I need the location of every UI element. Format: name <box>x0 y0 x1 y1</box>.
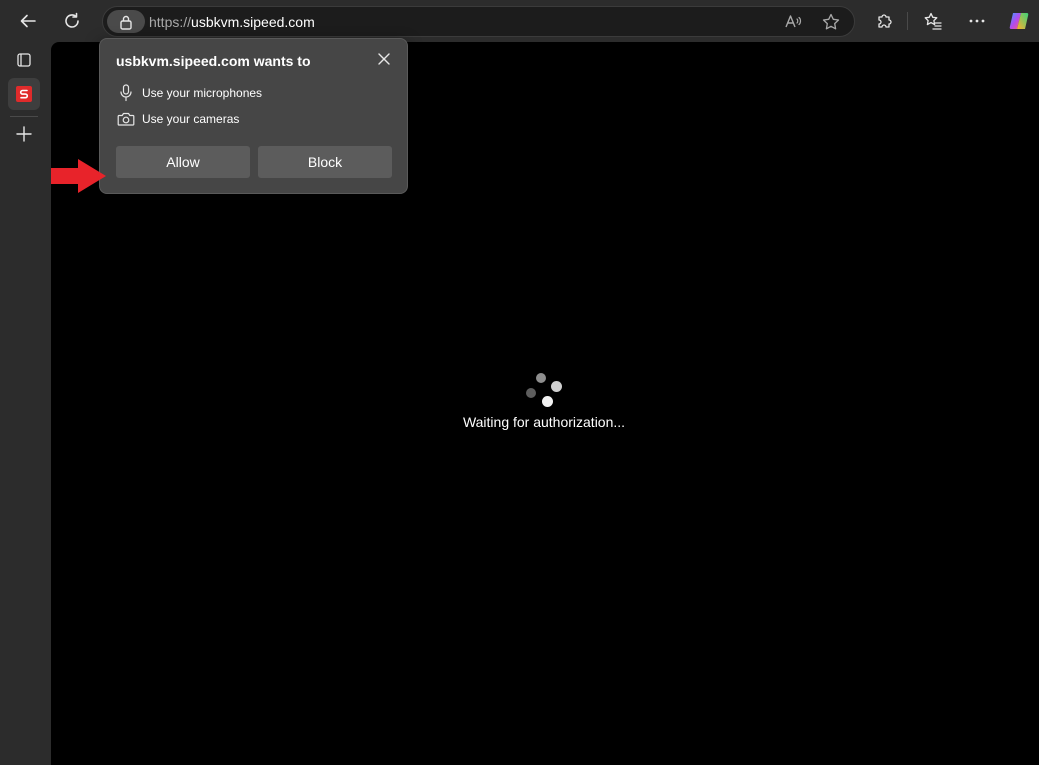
sipeed-favicon-icon <box>16 86 32 102</box>
toolbar-divider <box>907 12 908 30</box>
spinner-dot <box>536 373 546 383</box>
back-button[interactable] <box>12 5 44 37</box>
more-dots-icon <box>969 19 985 23</box>
url-text[interactable]: https://usbkvm.sipeed.com <box>149 14 315 30</box>
annotation-arrow-icon <box>51 159 106 193</box>
read-aloud-button[interactable] <box>777 6 809 38</box>
close-button[interactable] <box>370 45 398 73</box>
puzzle-icon <box>878 14 892 28</box>
block-button[interactable]: Block <box>258 146 392 178</box>
permission-microphone: Use your microphones <box>116 84 262 102</box>
sidebar-divider <box>10 116 38 117</box>
tab-actions-button[interactable] <box>8 44 40 76</box>
favorites-list-icon <box>924 12 942 30</box>
lock-icon <box>120 15 132 30</box>
spinner-dot <box>542 396 553 407</box>
extensions-button[interactable] <box>868 5 900 37</box>
loading-spinner <box>523 371 565 411</box>
favorites-button[interactable] <box>917 5 949 37</box>
status-text: Waiting for authorization... <box>462 414 626 430</box>
favorite-star-button[interactable] <box>815 6 847 38</box>
tab-actions-icon <box>17 53 31 67</box>
allow-button[interactable]: Allow <box>116 146 250 178</box>
tab-usbkvm[interactable] <box>8 78 40 110</box>
microphone-icon <box>116 84 136 102</box>
spinner-dot <box>526 388 536 398</box>
refresh-button[interactable] <box>56 5 88 37</box>
permission-label: Use your cameras <box>142 112 240 126</box>
back-arrow-icon <box>20 14 36 28</box>
address-bar[interactable]: https://usbkvm.sipeed.com <box>102 6 855 37</box>
vertical-tabs-sidebar <box>0 42 51 765</box>
permission-label: Use your microphones <box>142 86 263 100</box>
browser-toolbar: https://usbkvm.sipeed.com <box>0 0 1039 42</box>
more-menu-button[interactable] <box>961 5 993 37</box>
new-tab-button[interactable] <box>8 118 40 150</box>
spinner-dot <box>551 381 562 392</box>
copilot-icon <box>1009 13 1029 29</box>
read-aloud-icon <box>785 15 802 28</box>
camera-icon <box>116 110 136 128</box>
url-host: usbkvm.sipeed.com <box>191 14 315 30</box>
permission-camera: Use your cameras <box>116 110 239 128</box>
url-scheme: https:// <box>149 14 192 30</box>
plus-icon <box>16 126 32 142</box>
copilot-button[interactable] <box>1003 5 1035 37</box>
star-icon <box>822 13 840 30</box>
permission-prompt-title: usbkvm.sipeed.com wants to <box>116 53 311 69</box>
refresh-icon <box>65 12 79 28</box>
close-icon <box>378 53 390 65</box>
site-info-button[interactable] <box>107 10 145 33</box>
permission-prompt: usbkvm.sipeed.com wants to Use your micr… <box>99 38 408 194</box>
